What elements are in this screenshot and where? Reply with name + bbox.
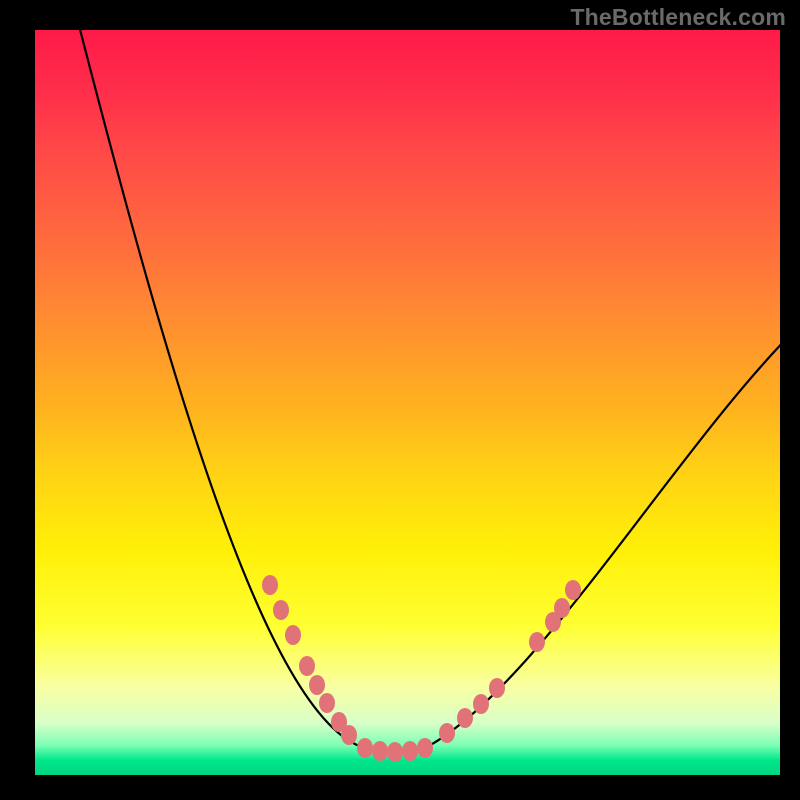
data-marker [357,738,373,758]
data-marker [529,632,545,652]
data-marker [489,678,505,698]
plot-area [35,30,780,775]
data-marker [565,580,581,600]
data-marker [309,675,325,695]
data-marker [417,738,433,758]
watermark-text: TheBottleneck.com [570,4,786,31]
markers-group [262,575,581,762]
data-marker [285,625,301,645]
data-marker [319,693,335,713]
data-marker [473,694,489,714]
data-marker [273,600,289,620]
data-marker [372,741,388,761]
chart-frame: TheBottleneck.com [0,0,800,800]
bottleneck-curve [75,30,780,752]
data-marker [341,725,357,745]
data-marker [387,742,403,762]
chart-svg [35,30,780,775]
data-marker [439,723,455,743]
data-marker [457,708,473,728]
data-marker [402,741,418,761]
curve-group [75,30,780,752]
data-marker [554,598,570,618]
data-marker [299,656,315,676]
data-marker [262,575,278,595]
